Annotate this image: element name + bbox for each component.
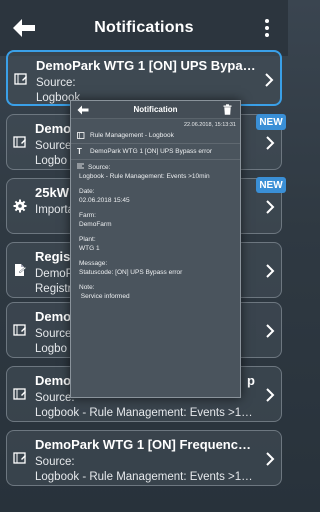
notification-title: DemoPark WTG 1 [ON] Frequency on... [35,437,257,452]
logbook-icon [13,452,26,464]
notification-item[interactable]: DemoPark WTG 1 [ON] UPS Bypass er... Sou… [6,50,282,106]
source-label: Source: [88,164,111,171]
note-value: Service informed [79,293,130,300]
popup-farm-block: Farm: DemoFarm [79,211,232,229]
popup-subject: DemoPark WTG 1 [ON] UPS Bypass error [90,148,213,155]
align-left-icon [77,163,84,169]
popup-datetime: 22.06.2018, 15:13:31 [184,122,236,128]
popup-source-block: Source: Logbook - Rule Management: Event… [77,163,232,181]
popup-header: Notification [71,101,240,119]
overflow-menu-icon[interactable] [264,19,270,37]
popup-plant-block: Plant: WTG 1 [79,235,232,253]
popup-category: Rule Management - Logbook [90,132,174,139]
chevron-right-icon [266,388,275,402]
logbook-icon [14,73,27,85]
gear-icon [13,199,27,213]
notification-line-1: Source: [36,77,76,89]
logbook-icon [13,388,26,400]
date-value: 02.06.2018 15:45 [79,197,130,204]
notification-line-2: Logbook - Rule Management: Events >10min… [35,471,257,483]
chevron-right-icon [266,324,275,338]
message-value: Statuscode: [ON] UPS Bypass error [79,269,183,276]
notification-line-1: Source: [35,456,75,468]
date-label: Date: [79,188,95,195]
plant-value: WTG 1 [79,245,100,252]
popup-message-block: Message: Statuscode: [ON] UPS Bypass err… [79,259,232,277]
logbook-icon [13,324,26,336]
popup-title: Notification [133,105,178,114]
popup-note-block: Note: Service informed [79,283,232,301]
logbook-icon [77,132,85,139]
logbook-icon [13,136,26,148]
chevron-right-icon [266,200,275,214]
trash-icon[interactable] [223,104,232,115]
new-badge: NEW [256,114,286,130]
plant-label: Plant: [79,236,96,243]
notification-title: DemoPark WTG 1 [ON] UPS Bypass er... [36,58,256,73]
document-icon [15,264,27,276]
chevron-right-icon [266,136,275,150]
page-title: Notifications [94,19,194,36]
popup-category-row: Rule Management - Logbook [71,128,240,144]
popup-subject-row: T DemoPark WTG 1 [ON] UPS Bypass error [71,144,240,160]
notification-item[interactable]: DemoPark WTG 1 [ON] Frequency on... Sour… [6,430,282,486]
notification-title-tail: p [247,373,255,388]
text-icon: T [77,147,82,156]
notification-line-2: Logbook - Rule Management: Events >10min… [35,407,257,419]
note-label: Note: [79,284,95,291]
back-arrow-icon[interactable] [12,18,36,38]
source-value: Logbook - Rule Management: Events >10min [79,173,210,180]
notification-detail-popup: Notification 22.06.2018, 15:13:31 Rule M… [70,100,241,398]
new-badge: NEW [256,177,286,193]
popup-date-block: Date: 02.06.2018 15:45 [79,187,232,205]
chevron-right-icon [265,73,274,87]
popup-body: Source: Logbook - Rule Management: Event… [71,160,240,301]
chevron-right-icon [266,264,275,278]
back-arrow-icon[interactable] [77,105,89,115]
chevron-right-icon [266,452,275,466]
farm-label: Farm: [79,212,96,219]
app-header: Notifications [0,0,288,56]
message-label: Message: [79,260,108,267]
farm-value: DemoFarm [79,221,112,228]
